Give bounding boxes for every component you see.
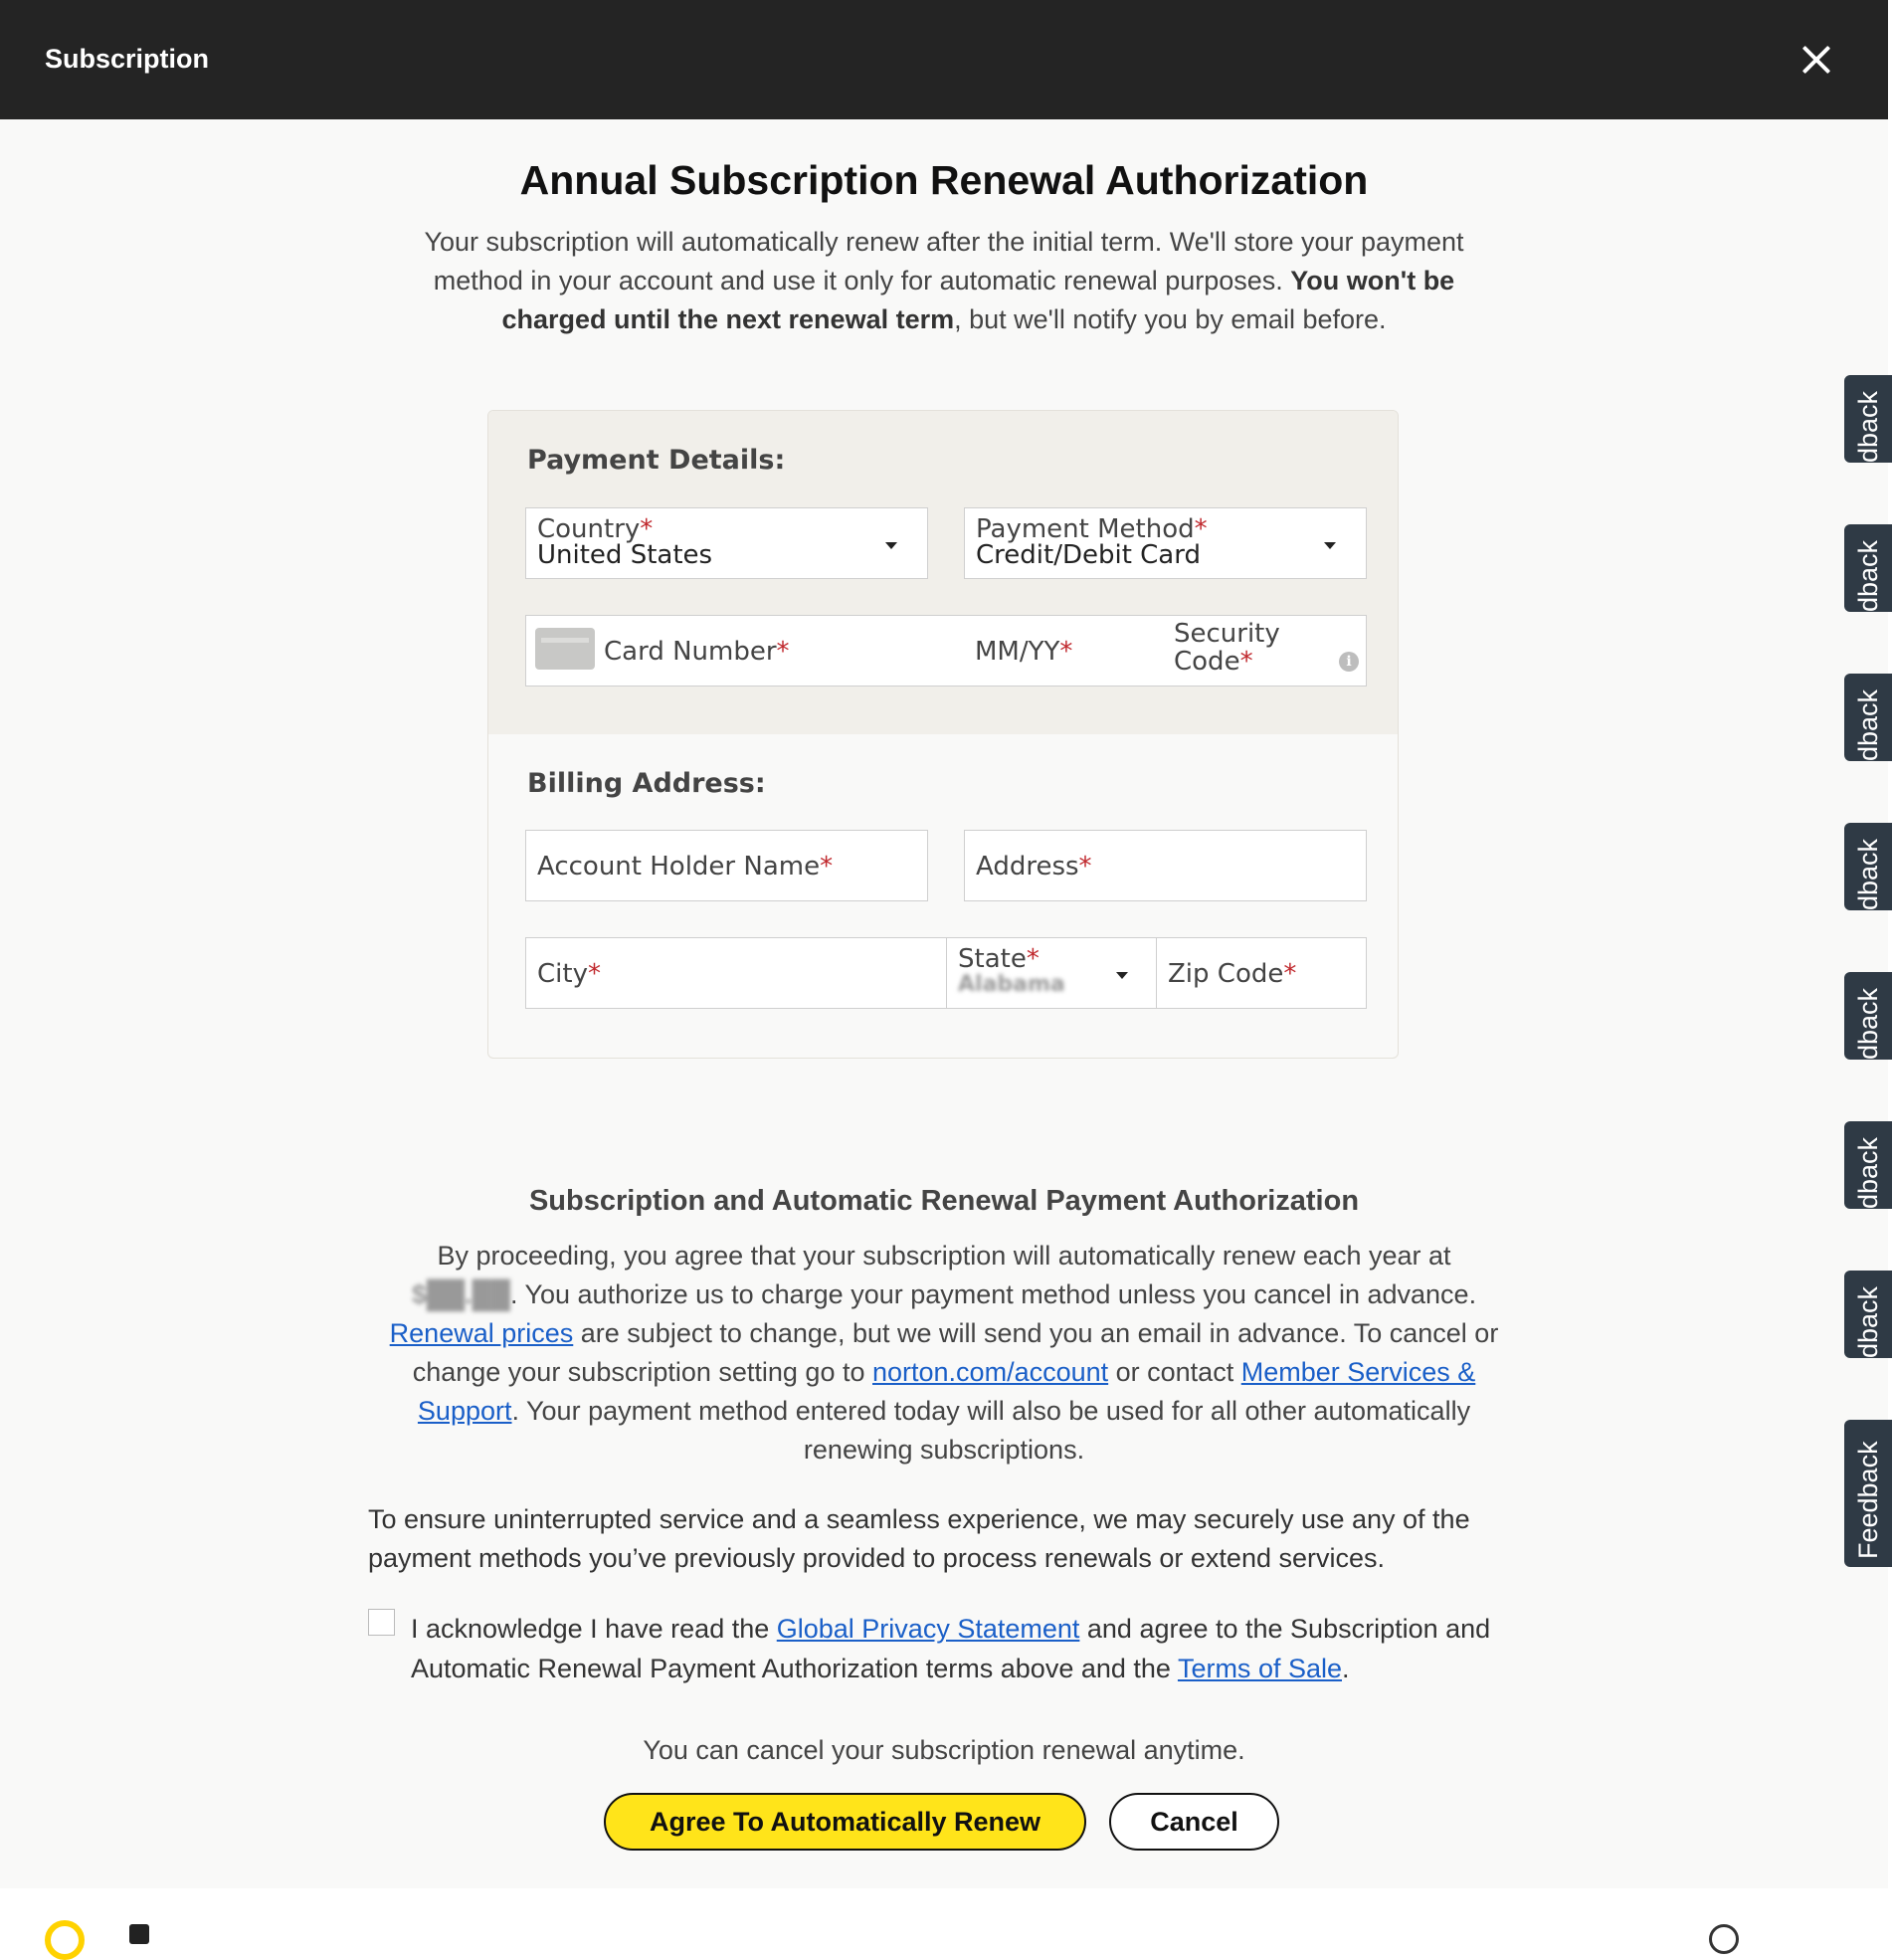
ensure-service-text: To ensure uninterrupted service and a se… (368, 1504, 1470, 1573)
acknowledge-checkbox[interactable] (368, 1609, 395, 1636)
billing-address-title: Billing Address: (527, 768, 766, 799)
city-input[interactable]: City* (525, 937, 947, 1009)
feedback-tab[interactable]: dback (1844, 972, 1892, 1060)
card-number-input[interactable]: Card Number* (604, 637, 790, 667)
chevron-down-icon (885, 542, 897, 549)
feedback-tab[interactable]: dback (1844, 823, 1892, 910)
payment-form-card: Payment Details: Country* United States … (487, 410, 1399, 1059)
renewal-prices-link[interactable]: Renewal prices (390, 1318, 574, 1348)
payment-method-value: Credit/Debit Card (976, 540, 1201, 570)
feedback-tab[interactable]: Feedback (1844, 1420, 1892, 1567)
expiry-input[interactable]: MM/YY* (975, 637, 1072, 667)
chevron-down-icon (1324, 542, 1336, 549)
feedback-tab[interactable]: dback (1844, 524, 1892, 612)
chevron-down-icon (1116, 972, 1128, 979)
security-code-input[interactable]: Security Code* (1174, 620, 1280, 676)
country-value: United States (537, 540, 713, 570)
payment-details-title: Payment Details: (527, 445, 786, 476)
close-icon[interactable] (1798, 42, 1834, 78)
modal-title: Subscription (45, 44, 210, 74)
modal-header: Subscription (0, 0, 1888, 119)
credit-card-icon (535, 628, 595, 670)
terms-of-sale-link[interactable]: Terms of Sale (1178, 1654, 1342, 1683)
intro-text: Your subscription will automatically ren… (424, 227, 1464, 334)
cancel-anytime-note: You can cancel your subscription renewal… (643, 1735, 1245, 1765)
authorization-text: By proceeding, you agree that your subsc… (389, 1241, 1499, 1465)
help-icon[interactable] (1709, 1924, 1739, 1954)
agree-renew-button[interactable]: Agree To Automatically Renew (604, 1793, 1086, 1851)
address-input[interactable]: Address* (964, 830, 1367, 901)
feedback-tab[interactable]: dback (1844, 375, 1892, 463)
page-title: Annual Subscription Renewal Authorizatio… (519, 157, 1369, 203)
country-select[interactable]: Country* United States (525, 507, 928, 579)
authorization-title: Subscription and Automatic Renewal Payme… (528, 1185, 1360, 1217)
feedback-tab[interactable]: dback (1844, 674, 1892, 761)
payment-method-select[interactable]: Payment Method* Credit/Debit Card (964, 507, 1367, 579)
renewal-price: $██.██ (411, 1279, 510, 1309)
feedback-tab[interactable]: dback (1844, 1121, 1892, 1209)
cancel-button[interactable]: Cancel (1109, 1793, 1279, 1851)
norton-logo-icon (45, 1920, 85, 1960)
zip-code-input[interactable]: Zip Code* (1156, 937, 1367, 1009)
account-holder-name-input[interactable]: Account Holder Name* (525, 830, 928, 901)
payment-details-section: Payment Details: Country* United States … (488, 411, 1398, 734)
subscription-modal: Subscription Annual Subscription Renewal… (0, 0, 1888, 1888)
state-value: Alabama (958, 972, 1065, 997)
brand-mark-icon (129, 1924, 149, 1944)
state-select[interactable]: State* Alabama (946, 937, 1157, 1009)
card-details-field: Card Number* MM/YY* Security Code* i (525, 615, 1367, 686)
privacy-statement-link[interactable]: Global Privacy Statement (777, 1614, 1080, 1644)
feedback-tab[interactable]: dback (1844, 1271, 1892, 1358)
info-icon[interactable]: i (1339, 652, 1359, 672)
norton-account-link[interactable]: norton.com/account (872, 1357, 1108, 1387)
acknowledge-text: I acknowledge I have read the Global Pri… (411, 1614, 1491, 1683)
